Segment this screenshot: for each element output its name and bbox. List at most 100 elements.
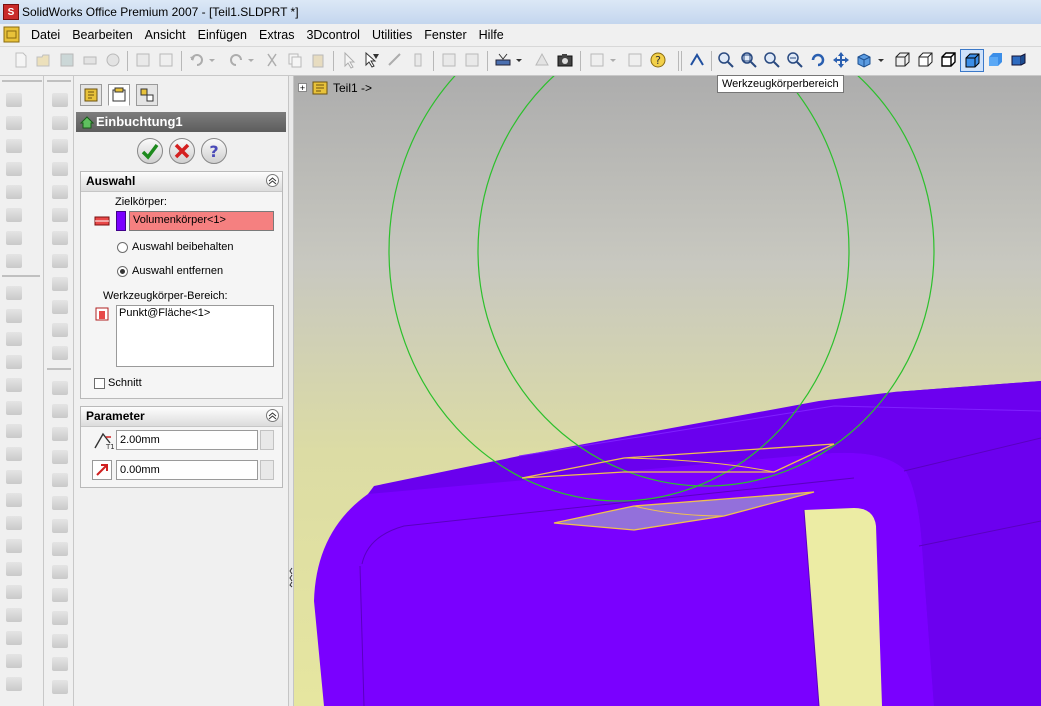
- paste-icon[interactable]: [309, 51, 327, 69]
- delete-face-icon[interactable]: [52, 680, 68, 694]
- open-document-icon[interactable]: [35, 51, 53, 69]
- extrude-boss-icon[interactable]: [6, 93, 22, 107]
- menu-utilities[interactable]: Utilities: [366, 27, 418, 43]
- schnitt-checkbox[interactable]: [94, 378, 105, 389]
- lofted-cut-icon[interactable]: [6, 254, 22, 268]
- offset-surface-icon[interactable]: [52, 473, 68, 487]
- part-tree-label[interactable]: Teil1 ->: [333, 81, 372, 95]
- view-layout-dropdown-icon[interactable]: [608, 51, 618, 69]
- clearance-input[interactable]: 0.00mm: [116, 460, 258, 480]
- save-icon[interactable]: [58, 51, 76, 69]
- menu-extras[interactable]: Extras: [253, 27, 300, 43]
- expand-tree-button[interactable]: +: [298, 83, 307, 93]
- extrude-cut-icon[interactable]: [6, 185, 22, 199]
- perspective-icon[interactable]: [1009, 51, 1027, 69]
- auswahl-group-header[interactable]: Auswahl: [81, 172, 282, 192]
- wireframe-icon[interactable]: [893, 51, 911, 69]
- menu-datei[interactable]: Datei: [25, 27, 66, 43]
- zoom-to-selection-icon[interactable]: [786, 51, 804, 69]
- sweep-boss-icon[interactable]: [6, 139, 22, 153]
- dome-icon[interactable]: [6, 424, 22, 438]
- select-filter-icon[interactable]: [363, 51, 381, 69]
- swept-cut-icon[interactable]: [6, 231, 22, 245]
- cancel-button[interactable]: [169, 138, 195, 164]
- reference-plane-icon[interactable]: [52, 93, 68, 107]
- surface-sweep-icon[interactable]: [52, 427, 68, 441]
- planar-surface-icon[interactable]: [52, 496, 68, 510]
- clearance-direction-button[interactable]: [92, 460, 112, 480]
- new-document-icon[interactable]: [12, 51, 30, 69]
- werkzeug-list[interactable]: Punkt@Fläche<1>: [116, 305, 274, 367]
- scale-icon[interactable]: [52, 346, 68, 360]
- projected-curve-icon[interactable]: [52, 277, 68, 291]
- mass-properties-icon[interactable]: [533, 51, 551, 69]
- menu-bearbeiten[interactable]: Bearbeiten: [66, 27, 138, 43]
- shaded-with-edges-toggle[interactable]: [960, 49, 984, 72]
- tab-property-manager[interactable]: [108, 84, 130, 106]
- coordinate-system-icon[interactable]: [52, 139, 68, 153]
- model-view[interactable]: [294, 76, 1041, 706]
- mate-reference-icon[interactable]: [52, 185, 68, 199]
- radio-auswahl-beibehalten[interactable]: [117, 242, 128, 253]
- sketch-icon[interactable]: [386, 51, 404, 69]
- print-preview-icon[interactable]: [157, 51, 175, 69]
- help-button[interactable]: ?: [201, 138, 227, 164]
- cut-icon[interactable]: [263, 51, 281, 69]
- rebuild-icon[interactable]: [134, 51, 152, 69]
- redo-dropdown-icon[interactable]: [246, 51, 256, 69]
- view-orientation-dropdown-icon[interactable]: [876, 51, 886, 69]
- radio-auswahl-entfernen[interactable]: [117, 266, 128, 277]
- menu-einfuegen[interactable]: Einfügen: [192, 27, 253, 43]
- point-icon[interactable]: [52, 162, 68, 176]
- collapse-auswahl-button[interactable]: [266, 174, 279, 187]
- thickness-input[interactable]: 2.00mm: [116, 430, 258, 450]
- untrim-surface-icon[interactable]: [52, 611, 68, 625]
- menu-3dcontrol[interactable]: 3Dcontrol: [300, 27, 366, 43]
- reference-axis-icon[interactable]: [52, 116, 68, 130]
- feature-list-icon[interactable]: [626, 51, 644, 69]
- loft-boss-icon[interactable]: [6, 162, 22, 176]
- parameter-group-header[interactable]: Parameter: [81, 407, 282, 427]
- rotate-view-icon[interactable]: [809, 51, 827, 69]
- surface-revolve-icon[interactable]: [52, 404, 68, 418]
- split-line-icon[interactable]: [52, 254, 68, 268]
- move-copy-icon[interactable]: [6, 654, 22, 668]
- undo-dropdown-icon[interactable]: [207, 51, 217, 69]
- chamfer-icon[interactable]: [6, 309, 22, 323]
- smart-dimension-icon[interactable]: [409, 51, 427, 69]
- collapse-parameter-button[interactable]: [266, 409, 279, 422]
- fillet-icon[interactable]: [6, 286, 22, 300]
- surface-loft-icon[interactable]: [52, 450, 68, 464]
- view-layout-icon[interactable]: [588, 51, 606, 69]
- thickness-spinner[interactable]: [260, 430, 274, 450]
- graphics-area[interactable]: + Teil1 ->: [294, 76, 1041, 706]
- previous-view-icon[interactable]: [688, 51, 706, 69]
- zoom-to-area-icon[interactable]: [740, 51, 758, 69]
- measure-dropdown-icon[interactable]: [514, 51, 524, 69]
- menu-fenster[interactable]: Fenster: [418, 27, 472, 43]
- zielkoerper-field[interactable]: Volumenkörper<1>: [129, 211, 274, 231]
- copy-icon[interactable]: [286, 51, 304, 69]
- draft-icon[interactable]: [6, 378, 22, 392]
- werkzeug-list-item[interactable]: Punkt@Fläche<1>: [119, 307, 271, 319]
- thicken-icon[interactable]: [52, 634, 68, 648]
- sketch-pattern-icon[interactable]: [6, 562, 22, 576]
- solidworks-app-icon[interactable]: S: [3, 4, 19, 20]
- table-icon[interactable]: [463, 51, 481, 69]
- extend-surface-icon[interactable]: [52, 565, 68, 579]
- select-arrow-icon[interactable]: [340, 51, 358, 69]
- redo-icon[interactable]: [227, 51, 245, 69]
- zoom-to-fit-icon[interactable]: [717, 51, 735, 69]
- delete-body-icon[interactable]: [6, 677, 22, 691]
- print-icon[interactable]: [81, 51, 99, 69]
- fill-surface-icon[interactable]: [52, 542, 68, 556]
- undo-icon[interactable]: [188, 51, 206, 69]
- view-orientation-icon[interactable]: [855, 51, 873, 69]
- tab-configuration-manager[interactable]: [136, 84, 158, 106]
- revolve-cut-icon[interactable]: [6, 208, 22, 222]
- composite-curve-icon[interactable]: [52, 300, 68, 314]
- hidden-lines-visible-icon[interactable]: [916, 51, 934, 69]
- helix-icon[interactable]: [52, 231, 68, 245]
- pan-icon[interactable]: [832, 51, 850, 69]
- instant-3d-icon[interactable]: [52, 323, 68, 337]
